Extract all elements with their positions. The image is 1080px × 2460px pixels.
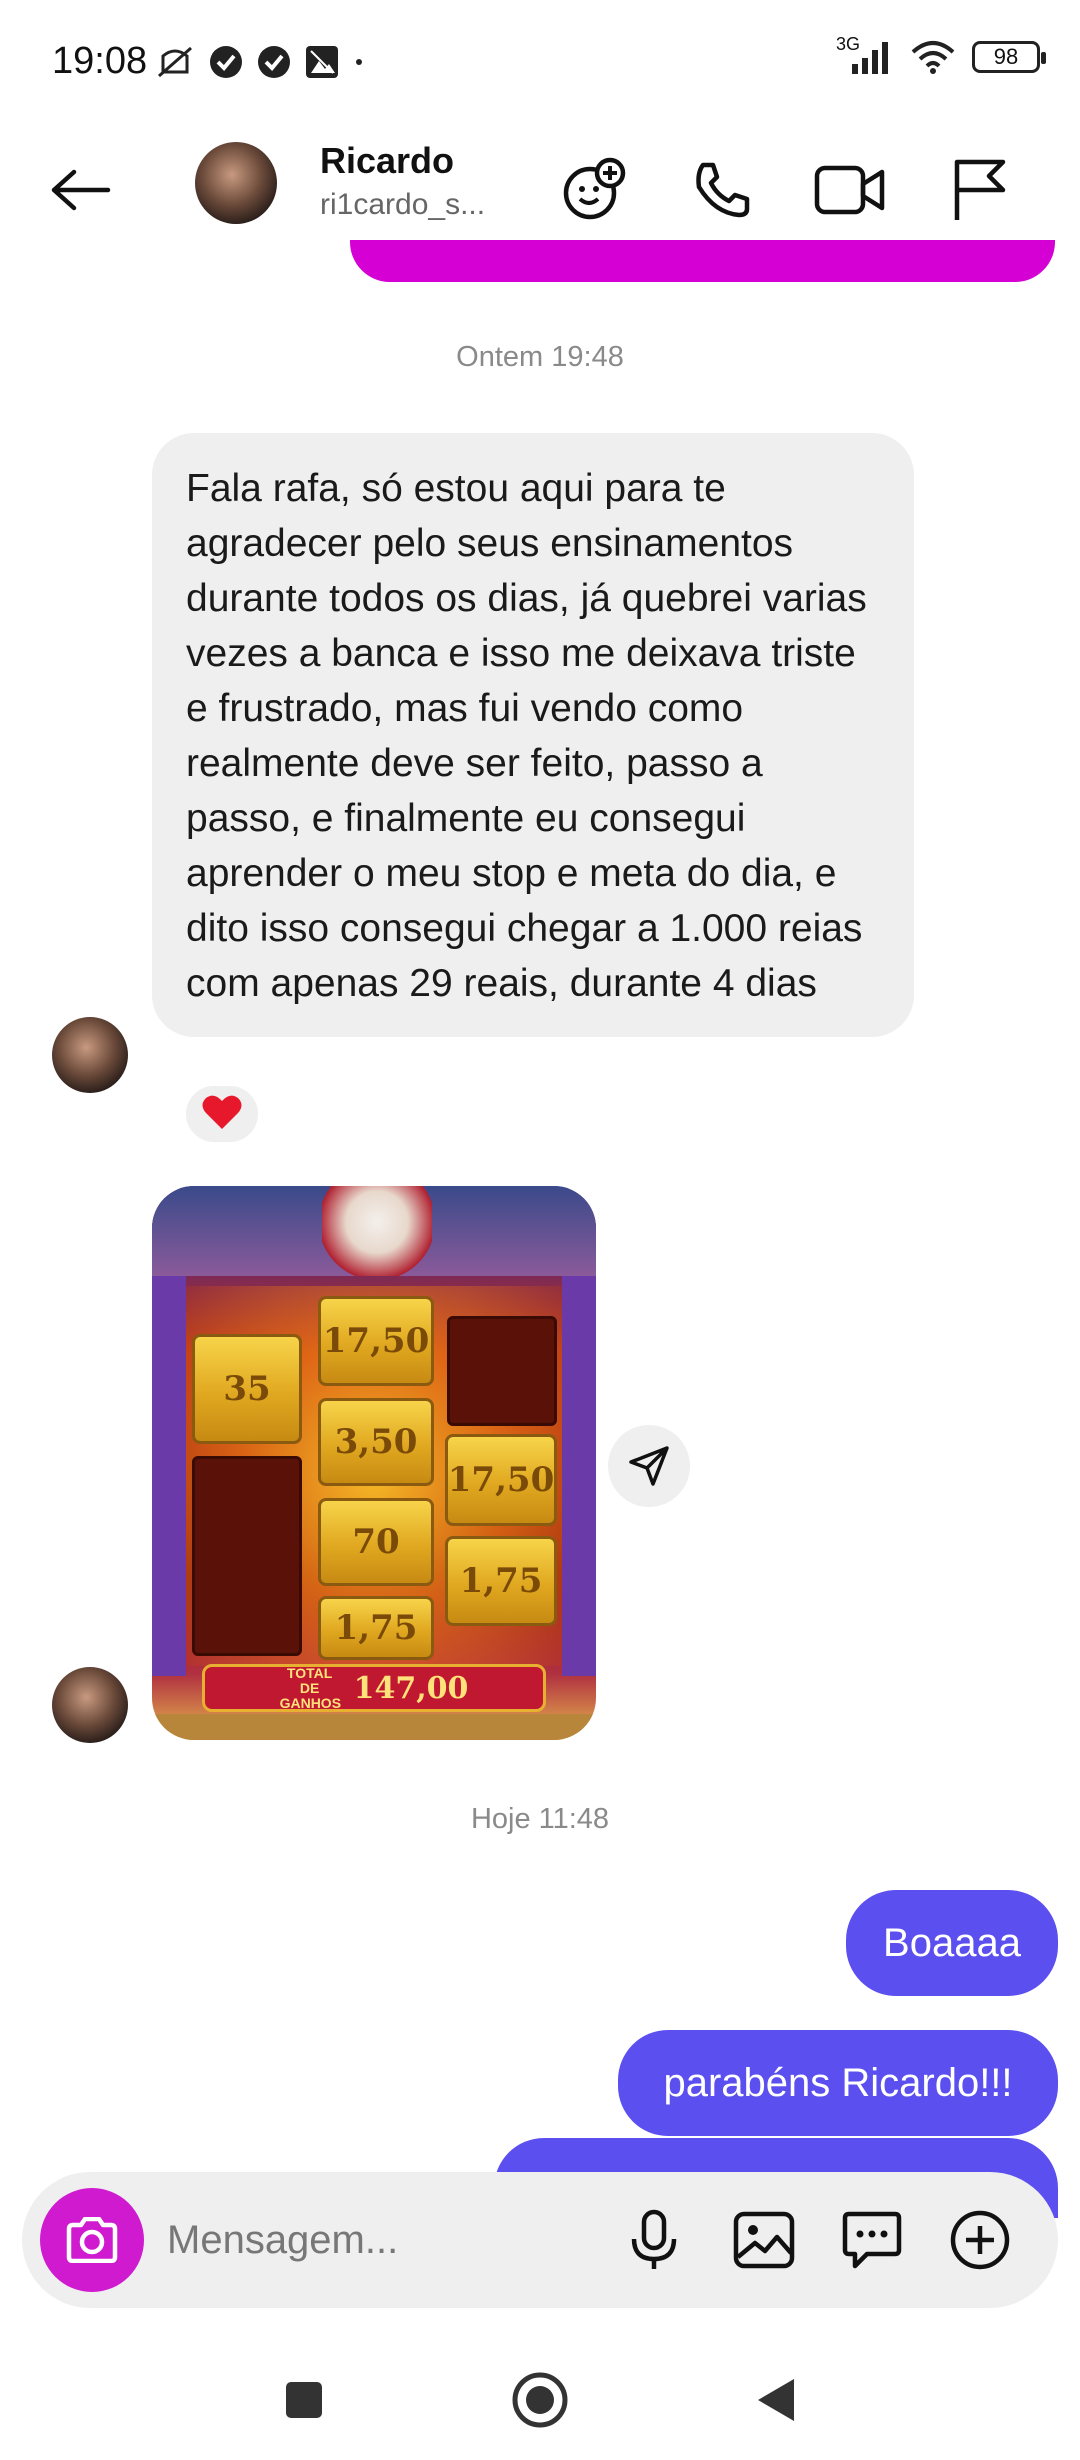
- sticker-add-button[interactable]: [555, 150, 635, 230]
- status-icons-right: 3G 98: [836, 34, 1046, 74]
- recents-button[interactable]: [264, 2360, 344, 2440]
- sticker-chat-icon: [842, 2211, 902, 2269]
- check-circle-icon: [209, 45, 243, 79]
- share-button[interactable]: [608, 1425, 690, 1507]
- game-tile: 17,50: [445, 1434, 557, 1526]
- reaction-badge[interactable]: [182, 1082, 262, 1146]
- message-composer: [22, 2172, 1058, 2308]
- camera-button[interactable]: [40, 2188, 144, 2292]
- game-total-value: 147,00: [353, 1670, 469, 1706]
- game-tile: 3,50: [318, 1398, 434, 1486]
- plus-circle-icon: [950, 2210, 1010, 2270]
- contact-username[interactable]: ri1cardo_s...: [320, 188, 485, 222]
- sticker-add-icon: [563, 157, 626, 220]
- circle-icon: [512, 2372, 568, 2428]
- more-options-button[interactable]: [940, 2200, 1020, 2280]
- mute-vibrate-icon: [155, 44, 195, 80]
- status-bar: 19:08 3G 98: [0, 0, 1080, 130]
- game-empty-cell: [447, 1316, 557, 1426]
- game-left-rail: [152, 1276, 186, 1676]
- message-input[interactable]: [167, 2210, 617, 2270]
- sender-avatar[interactable]: [52, 1667, 128, 1743]
- message-bubble-incoming[interactable]: Fala rafa, só estou aqui para te agradec…: [152, 433, 914, 1037]
- game-empty-cell: [192, 1456, 302, 1656]
- game-tile: 35: [192, 1334, 302, 1444]
- wifi-icon: [910, 40, 956, 74]
- photo-app-icon: [305, 45, 339, 79]
- game-tile: 70: [318, 1498, 434, 1586]
- battery-level: 98: [993, 44, 1019, 69]
- heart-icon: [201, 1093, 243, 1136]
- signal-icon: 3G: [836, 34, 894, 74]
- battery-icon: 98: [972, 41, 1046, 73]
- gallery-icon: [733, 2211, 795, 2269]
- gallery-button[interactable]: [724, 2200, 804, 2280]
- game-total-bar: TOTAL DE GANHOS 147,00: [202, 1664, 546, 1712]
- microphone-icon: [631, 2209, 677, 2269]
- status-icons-left: [155, 44, 365, 80]
- send-icon: [629, 1446, 669, 1486]
- video-icon: [814, 165, 885, 215]
- shared-image[interactable]: 17,50 35 3,50 17,50 70 1,75 1,75 TOTAL D…: [152, 1186, 596, 1740]
- voice-call-button[interactable]: [682, 150, 762, 230]
- timestamp: Ontem 19:48: [456, 341, 624, 373]
- check-circle-icon: [257, 45, 291, 79]
- back-nav-button[interactable]: [736, 2360, 816, 2440]
- game-character: [322, 1186, 432, 1276]
- timestamp: Hoje 11:48: [470, 1803, 610, 1835]
- triangle-back-icon: [758, 2379, 794, 2421]
- message-bubble-outgoing[interactable]: parabéns Ricardo!!!: [618, 2030, 1058, 2136]
- square-icon: [286, 2382, 322, 2418]
- sticker-button[interactable]: [832, 2200, 912, 2280]
- game-tile: 1,75: [318, 1596, 434, 1660]
- report-button[interactable]: [940, 150, 1020, 230]
- flag-icon: [954, 159, 1006, 220]
- game-right-rail: [562, 1276, 596, 1676]
- camera-icon: [66, 2217, 118, 2263]
- status-time: 19:08: [52, 40, 148, 82]
- game-tile: 1,75: [445, 1536, 557, 1626]
- contact-name[interactable]: Ricardo: [320, 140, 454, 182]
- voice-message-button[interactable]: [614, 2200, 694, 2280]
- game-total-label: TOTAL DE GANHOS: [279, 1664, 342, 1711]
- phone-icon: [696, 162, 750, 218]
- system-nav-bar: [0, 2340, 1080, 2460]
- dot-icon: [353, 56, 365, 68]
- contact-avatar[interactable]: [195, 142, 277, 224]
- network-type: 3G: [836, 34, 861, 54]
- home-button[interactable]: [500, 2360, 580, 2440]
- sender-avatar[interactable]: [52, 1017, 128, 1093]
- game-tile: 17,50: [318, 1296, 434, 1386]
- video-call-button[interactable]: [810, 150, 890, 230]
- message-bubble-outgoing[interactable]: Boaaaa: [846, 1890, 1058, 1996]
- arrow-left-icon: [51, 169, 111, 211]
- message-bubble-outgoing-partial[interactable]: [350, 240, 1055, 282]
- game-bottom-bar: [152, 1714, 596, 1740]
- back-button[interactable]: [40, 150, 120, 230]
